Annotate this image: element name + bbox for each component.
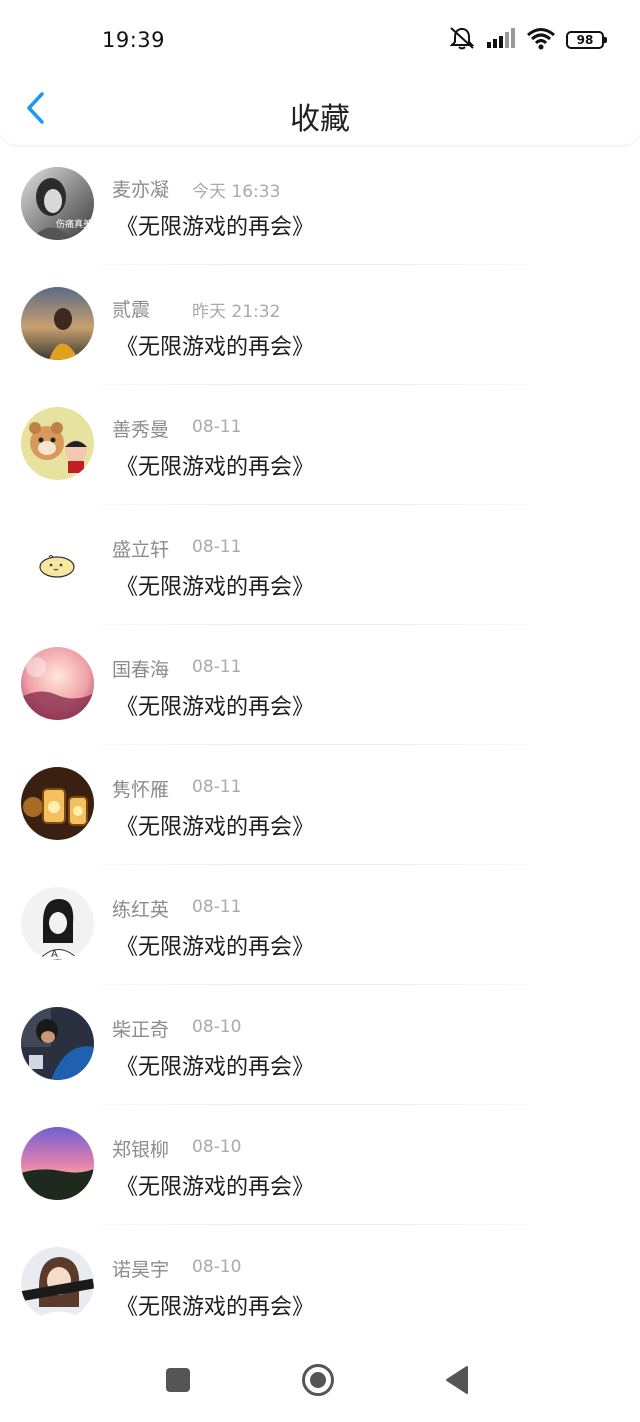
page-title: 收藏	[290, 102, 350, 137]
item-time: 今天 16:33	[192, 182, 281, 202]
item-title: 《无限游戏的再会》	[116, 575, 315, 600]
item-name: 练红英	[112, 899, 170, 921]
cartoon-hamster-avatar[interactable]	[21, 407, 94, 480]
list-item[interactable]: A 练红英 08-11 《无限游戏的再会》	[0, 865, 640, 985]
item-time: 昨天 21:32	[192, 302, 281, 322]
recents-button[interactable]	[158, 1362, 198, 1402]
list-item[interactable]: 贰震 昨天 21:32 《无限游戏的再会》	[0, 265, 640, 385]
item-title: 《无限游戏的再会》	[116, 1175, 315, 1200]
signal-icon	[486, 27, 516, 53]
item-title: 《无限游戏的再会》	[116, 815, 315, 840]
item-time: 08-11	[192, 537, 242, 557]
system-back-button[interactable]	[437, 1362, 477, 1402]
item-name: 善秀曼	[112, 419, 170, 441]
item-time: 08-11	[192, 777, 242, 797]
item-time: 08-10	[192, 1257, 242, 1277]
svg-text:A: A	[51, 949, 58, 960]
item-name: 隽怀雁	[112, 779, 170, 801]
list-item[interactable]: 柴正奇 08-10 《无限游戏的再会》	[0, 985, 640, 1105]
item-time: 08-11	[192, 417, 242, 437]
triangle-back-icon	[444, 1365, 470, 1399]
cute-doodle-avatar[interactable]	[21, 527, 94, 600]
item-name: 柴正奇	[112, 1019, 170, 1041]
list-item[interactable]: 盛立轩 08-11 《无限游戏的再会》	[0, 505, 640, 625]
item-time: 08-11	[192, 897, 242, 917]
battery-indicator: 98	[566, 31, 607, 49]
list-item[interactable]: 善秀曼 08-11 《无限游戏的再会》	[0, 385, 640, 505]
nav-bar: 收藏	[0, 80, 640, 144]
wifi-icon	[526, 26, 556, 54]
item-title: 《无限游戏的再会》	[116, 215, 315, 240]
home-button[interactable]	[298, 1362, 338, 1402]
item-title: 《无限游戏的再会》	[116, 1055, 315, 1080]
system-navigation-bar	[0, 1342, 640, 1422]
item-name: 盛立轩	[112, 539, 170, 561]
lanterns-avatar[interactable]	[21, 767, 94, 840]
item-title: 《无限游戏的再会》	[116, 935, 315, 960]
item-title: 《无限游戏的再会》	[116, 695, 315, 720]
dusk-sky-avatar[interactable]	[21, 1127, 94, 1200]
square-icon	[165, 1367, 191, 1397]
sunset-girl-avatar[interactable]	[21, 287, 94, 360]
avatar-caption: 伤痛真美	[56, 218, 92, 230]
anime-girl-avatar[interactable]	[21, 1247, 94, 1320]
item-time: 08-11	[192, 657, 242, 677]
item-time: 08-10	[192, 1137, 242, 1157]
list-item[interactable]: 国春海 08-11 《无限游戏的再会》	[0, 625, 640, 745]
list-item[interactable]: 诺昊宇 08-10 《无限游戏的再会》	[0, 1225, 640, 1345]
item-name: 贰震	[112, 299, 151, 321]
pink-landscape-avatar[interactable]	[21, 647, 94, 720]
app-header: 19:39 98 收藏	[0, 0, 640, 145]
list-item[interactable]: 郑银柳 08-10 《无限游戏的再会》	[0, 1105, 640, 1225]
item-title: 《无限游戏的再会》	[116, 335, 315, 360]
item-name: 郑银柳	[112, 1139, 170, 1161]
item-name: 国春海	[112, 659, 170, 681]
status-bar: 19:39 98	[0, 0, 640, 80]
favorites-list: 伤痛真美 麦亦凝 今天 16:33 《无限游戏的再会》 贰震 昨天 21:32 …	[0, 145, 640, 1345]
status-icons: 98	[448, 26, 607, 54]
item-title: 《无限游戏的再会》	[116, 455, 315, 480]
circle-home-icon	[301, 1363, 335, 1401]
item-name: 诺昊宇	[112, 1259, 170, 1281]
sketch-girl-avatar[interactable]: A	[21, 887, 94, 960]
mute-bell-icon	[448, 26, 476, 54]
item-name: 麦亦凝	[112, 179, 170, 201]
list-item[interactable]: 伤痛真美 麦亦凝 今天 16:33 《无限游戏的再会》	[0, 145, 640, 265]
status-time: 19:39	[102, 28, 166, 52]
girl-photo-avatar[interactable]: 伤痛真美	[21, 167, 94, 240]
item-time: 08-10	[192, 1017, 242, 1037]
boy-photo-avatar[interactable]	[21, 1007, 94, 1080]
item-title: 《无限游戏的再会》	[116, 1295, 315, 1320]
list-item[interactable]: 隽怀雁 08-11 《无限游戏的再会》	[0, 745, 640, 865]
